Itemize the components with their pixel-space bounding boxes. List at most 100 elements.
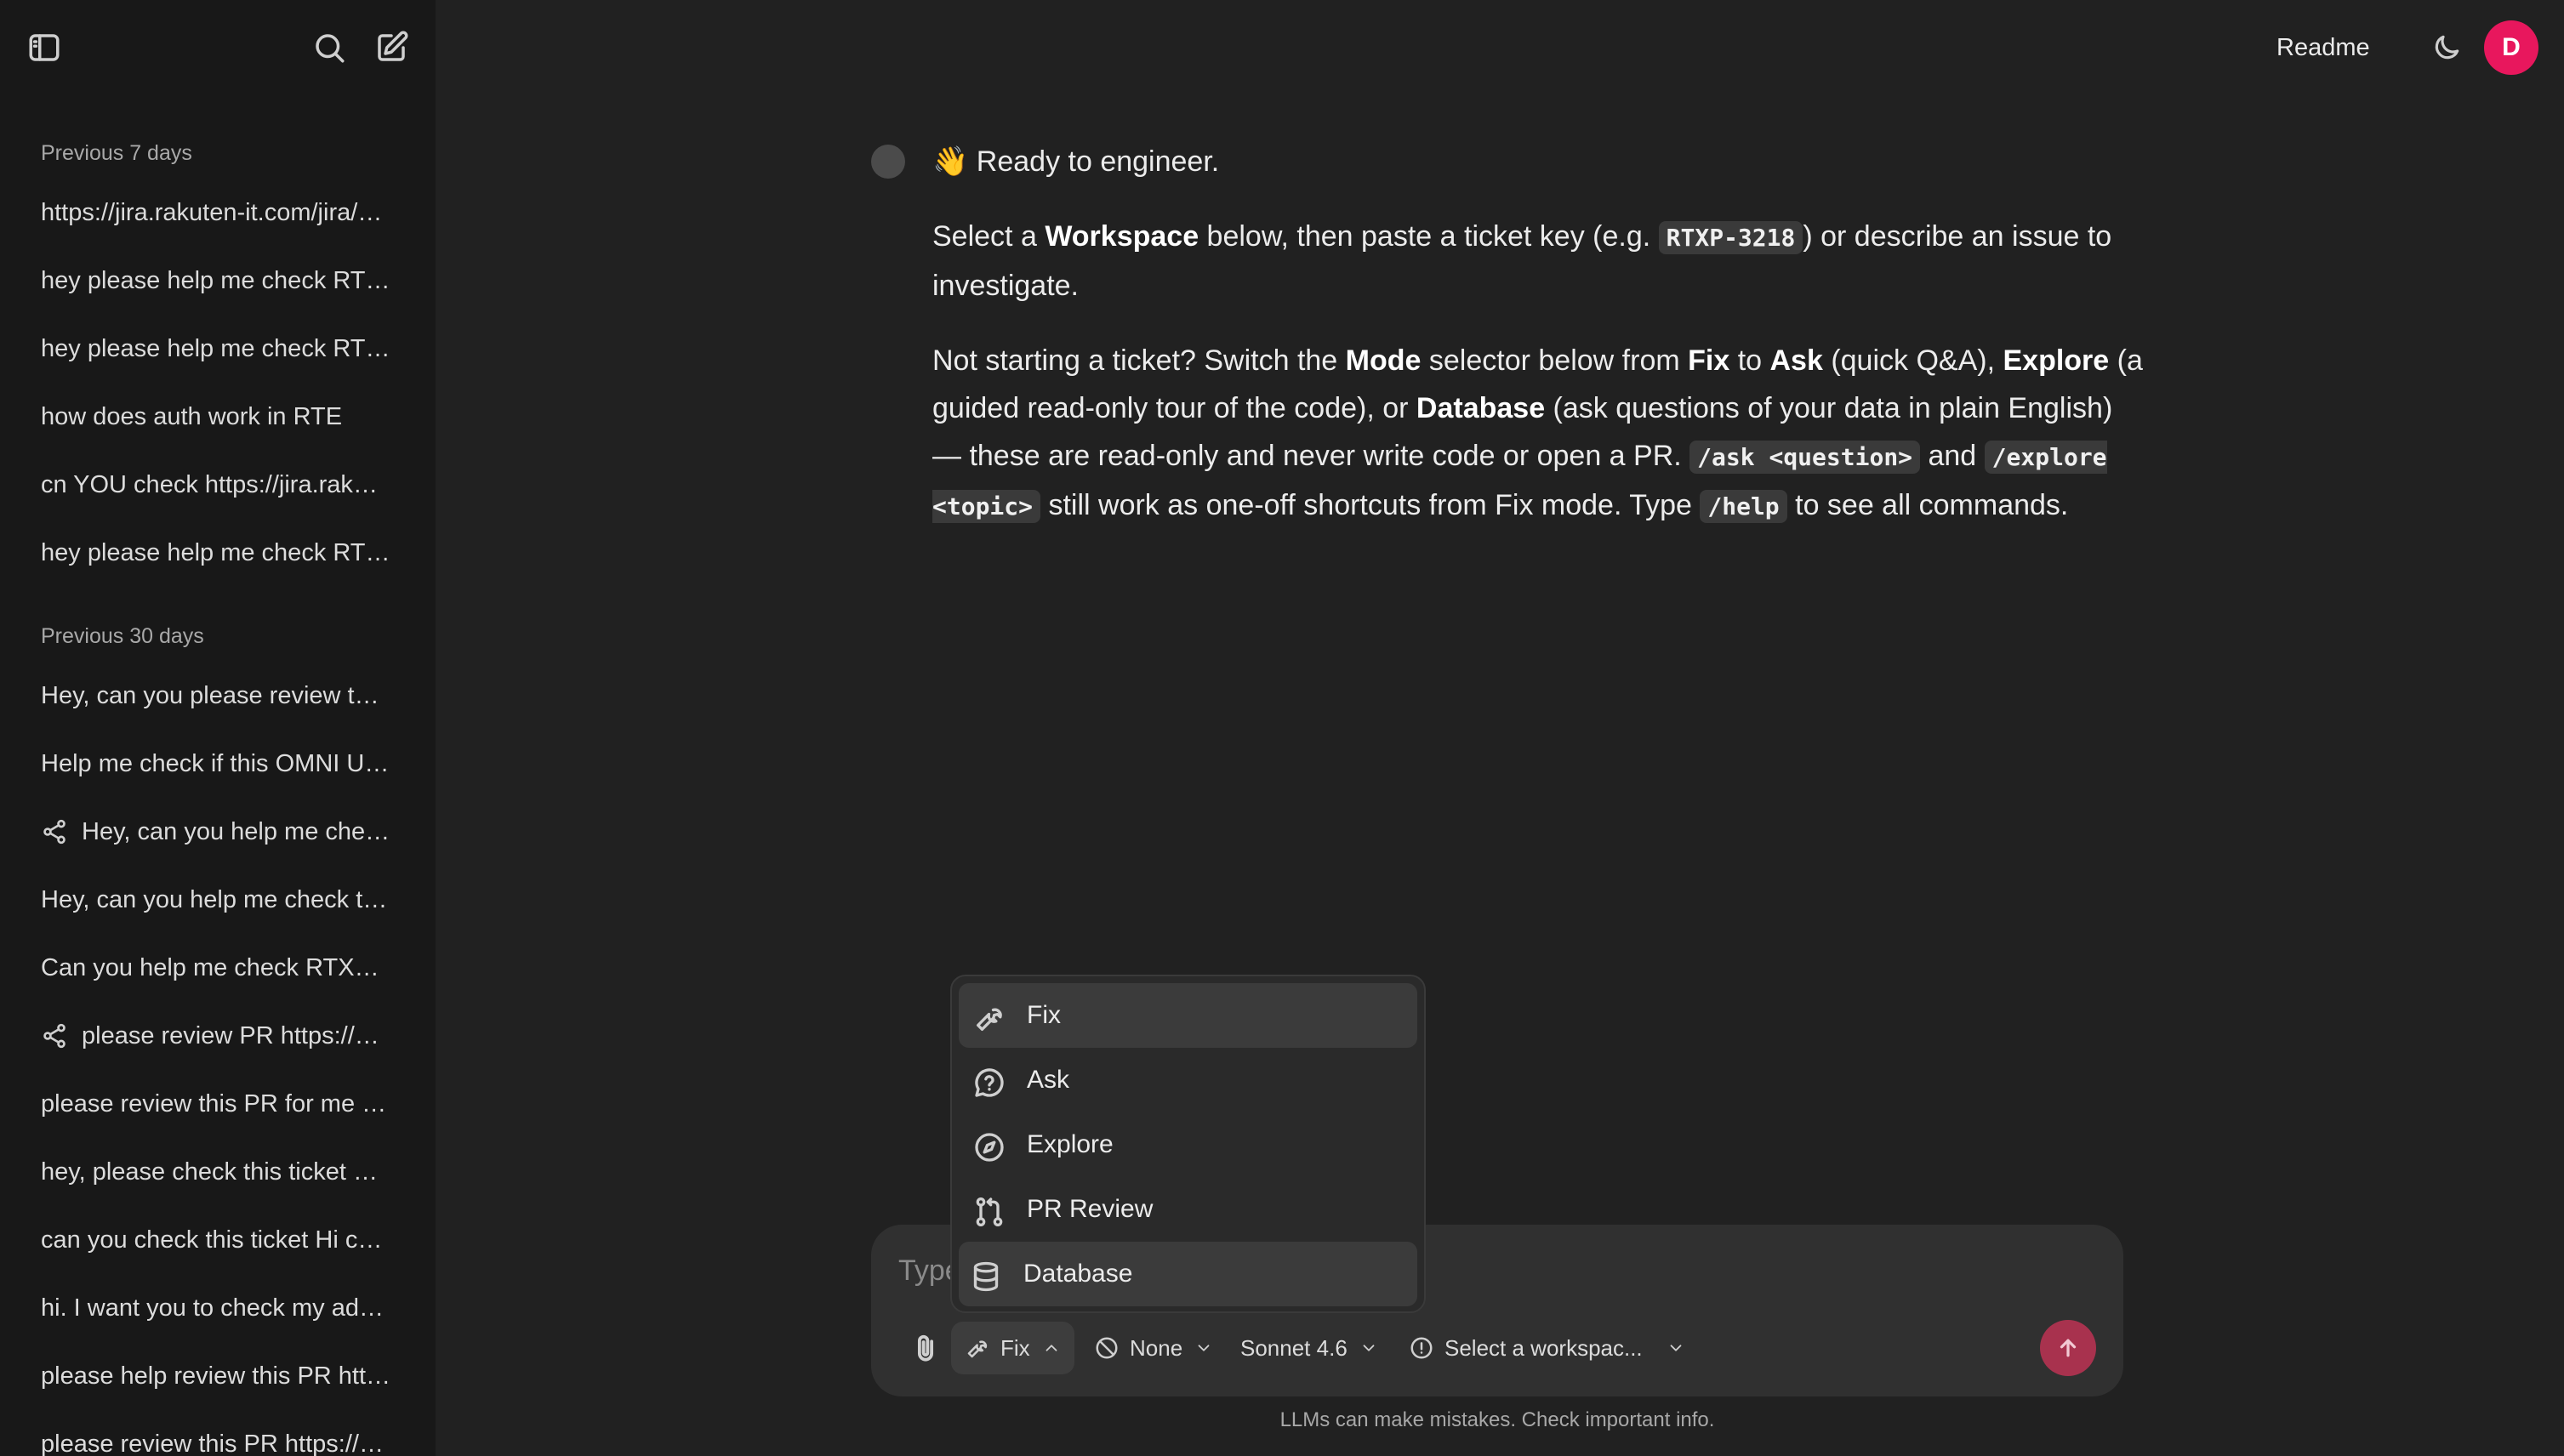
sidebar-chat-title: please review PR https://github.com — [82, 1021, 391, 1049]
sidebar-chat-item[interactable]: hey, please check this ticket please — [0, 1138, 436, 1206]
text: Not starting a ticket? Switch the — [932, 344, 1346, 377]
chevron-down-icon — [1363, 1345, 1375, 1351]
code-help-command: /help — [1700, 490, 1787, 523]
text: and — [1920, 440, 1985, 472]
mode-dropdown-menu: Fix Ask Explore PR Review Database — [950, 975, 1426, 1313]
sidebar-chat-title: Hey, can you please review this PR — [41, 681, 391, 709]
send-button[interactable] — [2040, 1320, 2096, 1376]
mode-option-label: Database — [1023, 1260, 1133, 1288]
sidebar-chat-item[interactable]: Hey, can you help me check this ticket — [0, 866, 436, 934]
text: below, then paste a ticket key (e.g. — [1199, 220, 1659, 253]
sidebar-chat-title: Hey, can you help me check this ticket — [82, 817, 391, 845]
mode-option-label: Fix — [1027, 1001, 1061, 1029]
wrench-icon — [977, 1008, 1002, 1031]
sidebar-chat-title: Help me check if this OMNI UI issue — [41, 749, 391, 777]
wave-emoji: 👋 — [932, 145, 969, 178]
theme-toggle-button[interactable] — [2419, 20, 2474, 75]
sidebar-chat-item[interactable]: Can you help me check RTXP ticket — [0, 934, 436, 1002]
mode-option-label: Explore — [1027, 1130, 1114, 1158]
code-ticket-key: RTXP-3218 — [1658, 221, 1803, 254]
sidebar-chat-item[interactable]: please review this PR https://github — [0, 1410, 436, 1456]
sidebar-chat-title: please review this PR for me please — [41, 1089, 391, 1118]
mode-option-database[interactable]: Database — [959, 1242, 1417, 1306]
sidebar-chat-item[interactable]: Hey, can you help me check this ticket — [0, 798, 436, 866]
sidebar-chat-title: Can you help me check RTXP ticket — [41, 953, 391, 981]
assistant-message: 👋 Ready to engineer. Select a Workspace … — [932, 138, 2149, 558]
sidebar-chat-item[interactable]: please help review this PR https://githu… — [0, 1342, 436, 1410]
bold-database: Database — [1416, 392, 1546, 424]
workspace-selector[interactable]: Select a workspac... — [1399, 1322, 1695, 1374]
sidebar-chat-title: https://jira.rakuten-it.com/jira/browse/… — [41, 198, 391, 226]
arrow-up-icon — [2060, 1339, 2077, 1357]
edit-icon — [378, 31, 408, 61]
new-chat-button[interactable] — [364, 20, 419, 75]
sidebar-chat-item[interactable]: please review PR https://github.com — [0, 1002, 436, 1070]
sidebar-section-title: Previous 7 days — [41, 141, 192, 165]
sidebar-chat-item[interactable]: https://jira.rakuten-it.com/jira/browse/… — [0, 179, 436, 247]
ban-icon — [1096, 1337, 1118, 1359]
assistant-avatar — [871, 145, 905, 179]
sidebar-chat-title: hey please help me check RTXP ticket — [41, 334, 391, 362]
database-icon — [973, 1261, 999, 1292]
app-root: Previous 7 days https://jira.rakuten-it.c… — [0, 0, 2564, 1456]
search-chats-button[interactable] — [302, 20, 356, 75]
text: to see all commands. — [1786, 489, 2069, 521]
share-icon — [41, 818, 68, 845]
sidebar-section-title: Previous 30 days — [41, 624, 204, 648]
sidebar-chat-item[interactable]: cn YOU check https://jira.rakuten-it.com — [0, 451, 436, 519]
sidebar-chat-item[interactable]: hi. I want you to check my address — [0, 1274, 436, 1342]
avatar[interactable]: D — [2484, 20, 2538, 75]
model-selector[interactable]: Sonnet 4.6 — [1230, 1322, 1388, 1374]
text: still work as one-off shortcuts from Fix… — [1040, 489, 1701, 521]
compass-icon — [975, 1133, 1004, 1162]
chevron-up-icon — [1046, 1345, 1057, 1351]
sidebar-chat-title: cn YOU check https://jira.rakuten-it.com — [41, 470, 391, 498]
code-ask-command: /ask <question> — [1689, 441, 1921, 474]
sidebar-chat-title: can you check this ticket Hi can you — [41, 1226, 391, 1254]
help-bubble-icon — [975, 1068, 1004, 1097]
bold-ask: Ask — [1769, 344, 1823, 377]
sidebar-toggle-button[interactable] — [17, 20, 71, 75]
sidebar-chat-item[interactable]: how does auth work in RTE — [0, 383, 436, 451]
mode-option-label: PR Review — [1027, 1195, 1154, 1223]
effort-selector-label: None — [1130, 1334, 1183, 1361]
mode-option-ask[interactable]: Ask — [959, 1048, 1417, 1112]
search-icon — [316, 34, 345, 63]
mode-option-fix[interactable]: Fix — [959, 983, 1417, 1048]
chevron-down-icon — [1198, 1345, 1210, 1351]
text: to — [1729, 344, 1770, 377]
attach-button[interactable] — [902, 1325, 949, 1373]
sidebar-chat-title: Hey, can you help me check this ticket — [41, 885, 391, 913]
sidebar-chat-item[interactable]: hey please help me check RTXP ticket — [0, 315, 436, 383]
chevron-down-icon — [1670, 1345, 1682, 1351]
readme-link[interactable]: Readme — [2256, 26, 2390, 70]
share-icon — [43, 1023, 66, 1049]
mode-selector[interactable]: Fix — [951, 1322, 1074, 1374]
sidebar-chat-title: hey please help me check RTXP ticket — [41, 266, 391, 294]
workspace-selector-label: Select a workspac... — [1444, 1334, 1643, 1361]
sidebar-chat-item[interactable]: Help me check if this OMNI UI issue — [0, 730, 436, 798]
sidebar-chat-item[interactable]: please review this PR for me please — [0, 1070, 436, 1138]
text: (quick Q&A), — [1822, 344, 2003, 377]
sidebar-chat-title: hi. I want you to check my address — [41, 1294, 391, 1322]
share-icon — [41, 1022, 68, 1049]
mode-option-explore[interactable]: Explore — [959, 1112, 1417, 1177]
sidebar-chat-item[interactable]: hey please help me check RTXP ticket — [0, 519, 436, 587]
disclaimer-text: LLMs can make mistakes. Check important … — [1279, 1408, 1715, 1431]
sidebar-chat-title: please review this PR https://github — [41, 1430, 391, 1456]
bold-explore: Explore — [2003, 344, 2110, 377]
mode-option-pr-review[interactable]: PR Review — [959, 1177, 1417, 1242]
greeting-text: Ready to engineer. — [976, 145, 1220, 178]
mode-selector-label: Fix — [1000, 1334, 1030, 1361]
effort-selector[interactable]: None — [1084, 1322, 1223, 1374]
moon-icon — [2435, 35, 2459, 60]
text: Select a — [932, 220, 1046, 253]
modes-paragraph: Not starting a ticket? Switch the Mode s… — [932, 337, 2149, 531]
sidebar-chat-item[interactable]: hey please help me check RTXP ticket — [0, 247, 436, 315]
git-pull-request-icon — [976, 1197, 1003, 1226]
sidebar-chat-item[interactable]: can you check this ticket Hi can you — [0, 1206, 436, 1274]
sidebar-chat-title: hey, please check this ticket please — [41, 1157, 391, 1186]
sidebar-chat-item[interactable]: Hey, can you please review this PR — [0, 662, 436, 730]
paperclip-icon — [917, 1334, 934, 1362]
sidebar-toggle-icon — [29, 34, 60, 61]
